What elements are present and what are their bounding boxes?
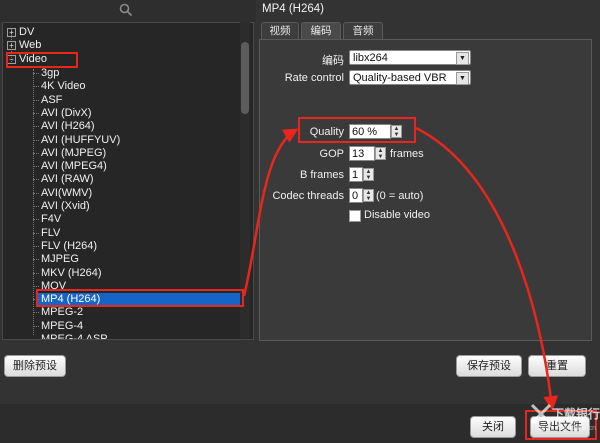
watermark-text: 下载银行 [552, 407, 600, 421]
arrow-to-export [415, 126, 559, 411]
watermark-logo [530, 403, 552, 425]
annotation-arrows [242, 126, 559, 411]
watermark-url: www.downbank.cn [538, 425, 596, 432]
arrow-to-quality [242, 128, 299, 297]
